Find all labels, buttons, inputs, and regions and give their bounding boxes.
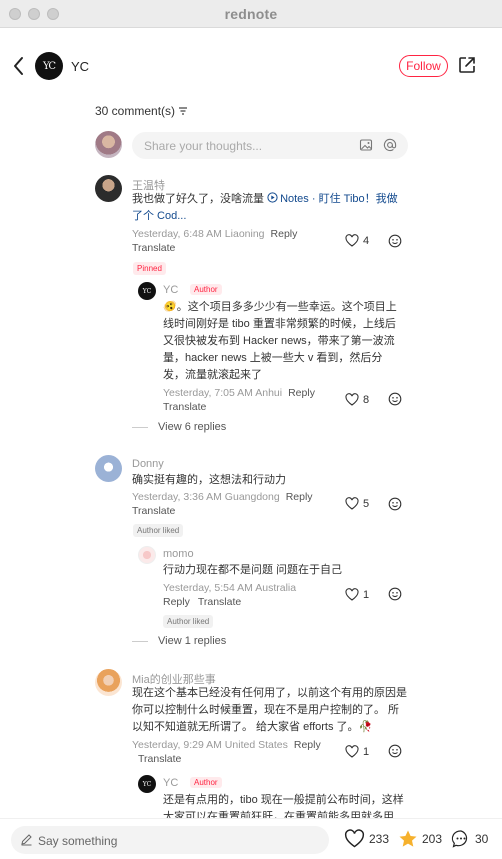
view-replies-button[interactable]: View 6 replies bbox=[132, 421, 226, 433]
translate-button[interactable]: Translate bbox=[132, 242, 175, 254]
mention-icon[interactable] bbox=[383, 138, 397, 152]
reply-button[interactable]: Reply bbox=[286, 491, 313, 503]
like-button[interactable]: 4 bbox=[345, 234, 369, 247]
back-arrow-icon[interactable] bbox=[10, 54, 28, 78]
comment-text: 现在这个基本已经没有任何用了，以前这个有用的原因是 你可以控制什么时候重置，现在… bbox=[132, 687, 407, 733]
reply-text: 🫨。这个项目多多少少有一些幸运。这个项目上 线时间刚好是 tibo 重置非常频繁… bbox=[163, 301, 397, 381]
pinned-badge: Pinned bbox=[133, 262, 166, 275]
heart-icon bbox=[345, 393, 359, 406]
author-badge: Author bbox=[190, 284, 222, 295]
reply-meta: Yesterday, 7:05 AM Anhui Reply bbox=[163, 387, 315, 399]
comment-text: 我也做了好久了，没啥流量 Notes · 盯住 Tibo！我做 了个 Cod... bbox=[132, 192, 398, 222]
comment-input[interactable]: Share your thoughts... bbox=[132, 132, 408, 159]
emoji-reaction-icon[interactable] bbox=[388, 392, 402, 406]
reply-button[interactable]: Reply bbox=[271, 228, 298, 240]
author-liked-badge: Author liked bbox=[163, 615, 214, 628]
emoji-reaction-icon[interactable] bbox=[388, 497, 402, 511]
heart-icon bbox=[345, 745, 359, 758]
heart-icon bbox=[344, 829, 365, 848]
collect-post-button[interactable]: 203 bbox=[398, 829, 442, 849]
like-button[interactable]: 5 bbox=[345, 497, 369, 510]
reply-button[interactable]: Reply bbox=[294, 739, 321, 751]
comment-meta: Yesterday, 3:36 AM Guangdong Reply bbox=[132, 491, 313, 503]
reply-text: 行动力现在都不是问题 问题在于自己 bbox=[163, 564, 343, 576]
reply-name[interactable]: momo bbox=[163, 548, 194, 560]
author-liked-badge: Author liked bbox=[133, 524, 184, 537]
image-icon[interactable] bbox=[359, 138, 373, 152]
reply-avatar[interactable] bbox=[138, 546, 156, 564]
reply-button[interactable]: Reply bbox=[163, 596, 190, 608]
translate-button[interactable]: Translate bbox=[198, 596, 241, 608]
divider bbox=[132, 640, 148, 642]
like-button[interactable]: 1 bbox=[345, 588, 369, 601]
emoji-reaction-icon[interactable] bbox=[388, 744, 402, 758]
like-count: 4 bbox=[363, 234, 370, 247]
comment-meta: Yesterday, 6:48 AM Liaoning Reply bbox=[132, 228, 298, 240]
star-icon bbox=[399, 830, 417, 847]
post-collect-count: 203 bbox=[422, 832, 443, 846]
reply-avatar[interactable]: YC bbox=[138, 775, 156, 793]
heart-icon bbox=[345, 234, 359, 247]
emoji-reaction-icon[interactable] bbox=[388, 234, 402, 248]
heart-icon bbox=[345, 497, 359, 510]
view-replies-button[interactable]: View 1 replies bbox=[132, 635, 226, 647]
window-titlebar: rednote bbox=[0, 0, 502, 28]
reply-button[interactable]: Reply bbox=[288, 387, 315, 399]
comment-text: 确实挺有趣的，这想法和行动力 bbox=[132, 474, 286, 486]
translate-button[interactable]: Translate bbox=[138, 753, 181, 765]
like-count: 8 bbox=[363, 393, 370, 406]
translate-button[interactable]: Translate bbox=[132, 505, 175, 517]
author-name[interactable]: YC bbox=[71, 59, 89, 74]
reply-meta: Yesterday, 5:54 AM Australia bbox=[163, 582, 297, 594]
commenter-avatar[interactable] bbox=[95, 455, 122, 482]
like-count: 1 bbox=[363, 745, 370, 758]
translate-button[interactable]: Translate bbox=[163, 401, 206, 413]
comment-bubble-icon bbox=[451, 830, 468, 848]
bottom-action-bar: Say something 233 203 30 bbox=[0, 818, 502, 859]
reply-actions: Reply Translate bbox=[163, 596, 241, 608]
note-header: YC YC Follow bbox=[0, 28, 502, 104]
divider bbox=[132, 426, 148, 428]
like-button[interactable]: 8 bbox=[345, 393, 369, 406]
sort-icon[interactable] bbox=[178, 107, 188, 115]
like-count: 1 bbox=[363, 588, 370, 601]
comment-post-button[interactable]: 30 bbox=[451, 829, 488, 849]
follow-button[interactable]: Follow bbox=[399, 55, 448, 77]
post-like-count: 233 bbox=[369, 831, 390, 846]
comment-meta: Yesterday, 9:29 AM United States Reply bbox=[132, 739, 321, 751]
say-something-input[interactable]: Say something bbox=[11, 826, 329, 854]
author-avatar[interactable]: YC bbox=[35, 52, 63, 80]
commenter-avatar[interactable] bbox=[95, 669, 122, 696]
current-user-avatar bbox=[95, 131, 122, 158]
like-count: 5 bbox=[363, 497, 370, 510]
reply-name[interactable]: YC bbox=[163, 284, 178, 296]
pencil-icon bbox=[21, 834, 32, 846]
commenter-name[interactable]: Donny bbox=[132, 458, 164, 470]
reply-avatar[interactable]: YC bbox=[138, 282, 156, 300]
like-button[interactable]: 1 bbox=[345, 745, 369, 758]
author-badge: Author bbox=[190, 777, 222, 788]
window-title: rednote bbox=[224, 6, 278, 22]
reply-name[interactable]: YC bbox=[163, 777, 178, 789]
comment-count[interactable]: 30 comment(s) bbox=[95, 104, 188, 118]
share-icon[interactable] bbox=[458, 56, 476, 74]
like-post-button[interactable]: 233 bbox=[344, 829, 389, 848]
post-comment-count: 30 bbox=[475, 832, 489, 846]
emoji-reaction-icon[interactable] bbox=[388, 587, 402, 601]
play-circle-icon bbox=[267, 192, 278, 203]
commenter-avatar[interactable] bbox=[95, 175, 122, 202]
heart-icon bbox=[345, 588, 359, 601]
